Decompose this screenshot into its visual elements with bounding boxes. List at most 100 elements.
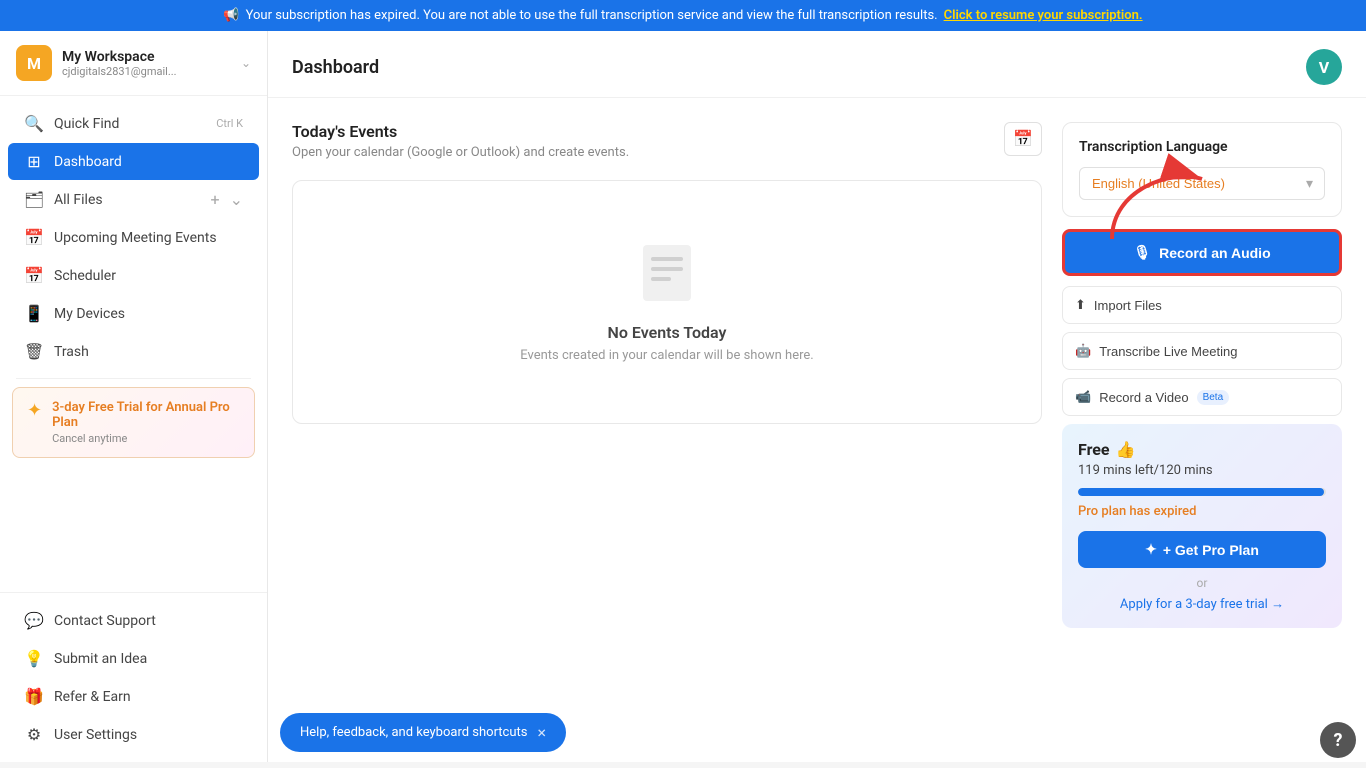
thumbs-up-icon: 👍 [1116,440,1136,459]
sidebar-divider [16,378,251,379]
action-buttons-container: 🎙 Record an Audio [1062,229,1342,276]
calendar-icon-button[interactable]: 📅 [1004,122,1042,156]
live-meeting-icon: 🤖 [1075,343,1091,359]
help-bar[interactable]: Help, feedback, and keyboard shortcuts × [280,713,566,752]
help-bar-label: Help, feedback, and keyboard shortcuts [300,725,528,740]
banner-text: Your subscription has expired. You are n… [246,8,938,23]
search-icon: 🔍 [24,114,44,133]
subscription-banner: 📢 Your subscription has expired. You are… [0,0,1366,31]
star-icon: ✦ [1145,541,1157,558]
refer-earn-label: Refer & Earn [54,689,243,705]
workspace-header[interactable]: M My Workspace cjdigitals2831@gmail... ⌄ [0,31,267,96]
question-mark-icon: ? [1334,730,1343,751]
contact-support-label: Contact Support [54,613,243,629]
plan-minutes: 119 mins left/120 mins [1078,463,1326,478]
sidebar-item-user-settings[interactable]: ⚙ User Settings [8,716,259,753]
plan-title: Free 👍 [1078,440,1326,459]
empty-doc-icon [639,241,695,309]
sidebar-item-contact-support[interactable]: 💬 Contact Support [8,602,259,639]
trial-star-icon: ✦ [27,400,42,421]
folder-icon: 🗂 [24,190,44,209]
expand-files-icon[interactable]: ⌄ [230,190,243,209]
plan-progress-fill [1078,488,1324,496]
idea-icon: 💡 [24,649,44,668]
devices-icon: 📱 [24,304,44,323]
sidebar-item-submit-idea[interactable]: 💡 Submit an Idea [8,640,259,677]
todays-events-subtitle: Open your calendar (Google or Outlook) a… [292,145,629,160]
upload-icon: ⬆ [1075,297,1086,313]
get-pro-label: + Get Pro Plan [1163,542,1259,558]
sidebar-item-all-files[interactable]: 🗂 All Files + ⌄ [8,181,259,218]
video-icon: 📹 [1075,389,1091,405]
plan-card: Free 👍 119 mins left/120 mins Pro plan h… [1062,424,1342,628]
beta-badge: Beta [1197,390,1230,405]
transcription-lang-title: Transcription Language [1079,139,1325,155]
workspace-chevron-icon: ⌄ [241,56,251,70]
no-events-title: No Events Today [608,323,727,342]
page-title: Dashboard [292,57,379,78]
main-body: Today's Events Open your calendar (Googl… [268,98,1366,652]
trial-subtitle: Cancel anytime [52,432,240,445]
sidebar-item-refer-earn[interactable]: 🎁 Refer & Earn [8,678,259,715]
main-content: Dashboard V Today's Events Open your cal… [268,31,1366,762]
workspace-info: My Workspace cjdigitals2831@gmail... [62,49,231,78]
import-files-button[interactable]: ⬆ Import Files [1062,286,1342,324]
get-pro-button[interactable]: ✦ + Get Pro Plan [1078,531,1326,568]
gift-icon: 🎁 [24,687,44,706]
user-settings-label: User Settings [54,727,243,743]
sidebar-all-files-label: All Files [54,192,201,208]
quick-find-label: Quick Find [54,116,206,132]
language-select-wrapper[interactable]: English (United States) Spanish French G… [1079,167,1325,200]
sidebar-upcoming-label: Upcoming Meeting Events [54,230,243,246]
workspace-email: cjdigitals2831@gmail... [62,65,231,78]
sidebar-bottom: 💬 Contact Support 💡 Submit an Idea 🎁 Ref… [0,592,267,762]
transcription-language-card: Transcription Language English (United S… [1062,122,1342,217]
todays-events-title: Today's Events [292,122,629,141]
sidebar-item-quick-find[interactable]: 🔍 Quick Find Ctrl K [8,105,259,142]
microphone-icon: 🎙 [1133,244,1151,261]
sidebar-trash-label: Trash [54,344,243,360]
sidebar-item-upcoming-meeting-events[interactable]: 📅 Upcoming Meeting Events [8,219,259,256]
record-video-button[interactable]: 📹 Record a Video Beta [1062,378,1342,416]
sidebar-item-scheduler[interactable]: 📅 Scheduler [8,257,259,294]
trial-banner[interactable]: ✦ 3-day Free Trial for Annual Pro Plan C… [12,387,255,458]
events-card: No Events Today Events created in your c… [292,180,1042,424]
plan-expired-label: Pro plan has expired [1078,504,1326,519]
record-video-label: Record a Video [1099,390,1188,405]
scheduler-icon: 📅 [24,266,44,285]
quick-find-shortcut: Ctrl K [216,117,243,130]
workspace-name: My Workspace [62,49,231,65]
contact-support-icon: 💬 [24,611,44,630]
calendar-icon: 📅 [24,228,44,247]
plan-progress-bar [1078,488,1326,496]
transcribe-live-label: Transcribe Live Meeting [1099,344,1237,359]
sidebar-item-trash[interactable]: 🗑 Trash [8,333,259,370]
user-avatar[interactable]: V [1306,49,1342,85]
no-events-subtitle: Events created in your calendar will be … [520,348,813,363]
transcribe-live-meeting-button[interactable]: 🤖 Transcribe Live Meeting [1062,332,1342,370]
import-files-label: Import Files [1094,298,1162,313]
main-header: Dashboard V [268,31,1366,98]
banner-icon: 📢 [223,8,239,23]
settings-icon: ⚙ [24,725,44,744]
sidebar-item-dashboard[interactable]: ⊞ Dashboard [8,143,259,180]
sidebar-item-my-devices[interactable]: 📱 My Devices [8,295,259,332]
record-audio-button[interactable]: 🎙 Record an Audio [1062,229,1342,276]
help-bar-close-icon[interactable]: × [538,723,547,742]
plan-or-label: or [1078,576,1326,590]
language-select[interactable]: English (United States) Spanish French G… [1079,167,1325,200]
dashboard-icon: ⊞ [24,152,44,171]
workspace-avatar: M [16,45,52,81]
events-section: Today's Events Open your calendar (Googl… [292,122,1042,628]
help-circle-button[interactable]: ? [1320,722,1356,758]
sidebar: M My Workspace cjdigitals2831@gmail... ⌄… [0,31,268,762]
free-trial-link[interactable]: Apply for a 3-day free trial → [1078,596,1326,612]
trash-icon: 🗑 [24,342,44,361]
right-panel: Transcription Language English (United S… [1062,122,1342,628]
add-file-icon[interactable]: + [211,190,220,209]
submit-idea-label: Submit an Idea [54,651,243,667]
sidebar-scheduler-label: Scheduler [54,268,243,284]
resume-subscription-link[interactable]: Click to resume your subscription. [944,8,1143,23]
sidebar-devices-label: My Devices [54,306,243,322]
trial-title: 3-day Free Trial for Annual Pro Plan [52,400,240,430]
